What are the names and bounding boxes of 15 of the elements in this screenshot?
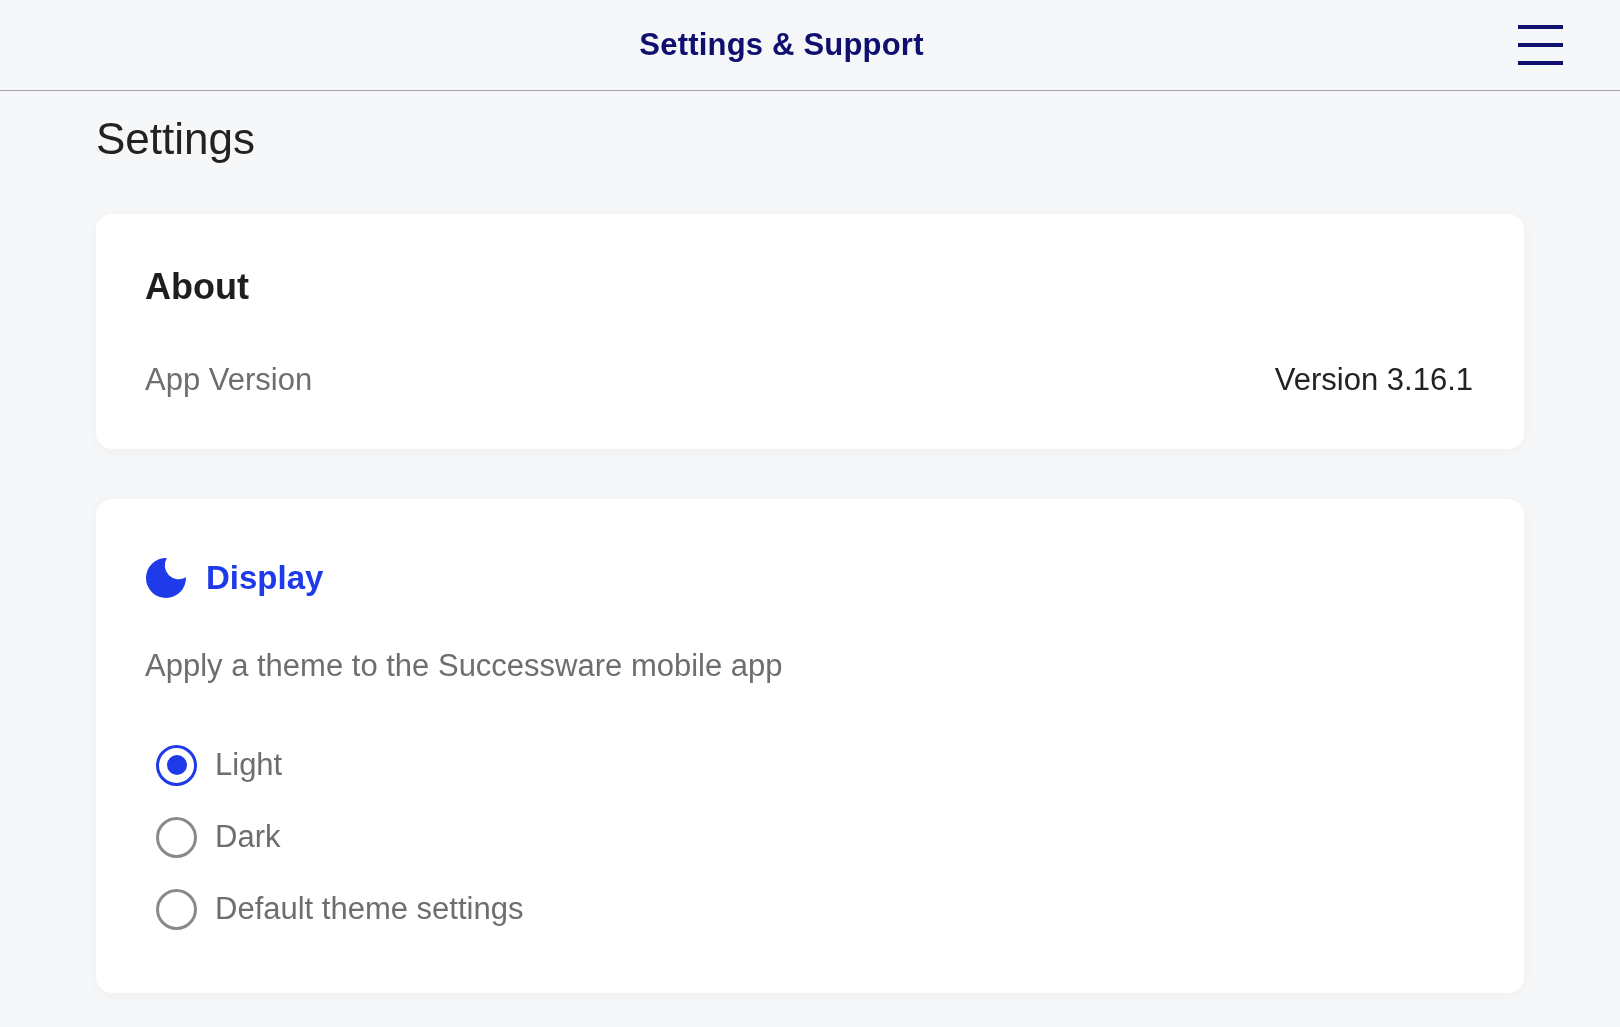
row-label: App Version	[145, 361, 313, 399]
radio-button[interactable]	[156, 744, 197, 786]
card-title: About	[145, 265, 250, 309]
moon-icon	[145, 557, 187, 599]
page-title: Settings	[96, 113, 256, 165]
radio-button[interactable]	[156, 816, 197, 858]
menu-icon[interactable]	[1518, 25, 1563, 65]
radio-label[interactable]: Dark	[215, 819, 281, 855]
row-value: Version 3.16.1	[1274, 361, 1473, 399]
radio-label[interactable]: Default theme settings	[215, 891, 524, 927]
section-description: Apply a theme to the Successware mobile app	[145, 647, 784, 685]
header-title: Settings & Support	[639, 27, 924, 63]
section-title: Display	[206, 559, 324, 597]
radio-label[interactable]: Light	[215, 747, 283, 783]
radio-button[interactable]	[156, 888, 197, 930]
